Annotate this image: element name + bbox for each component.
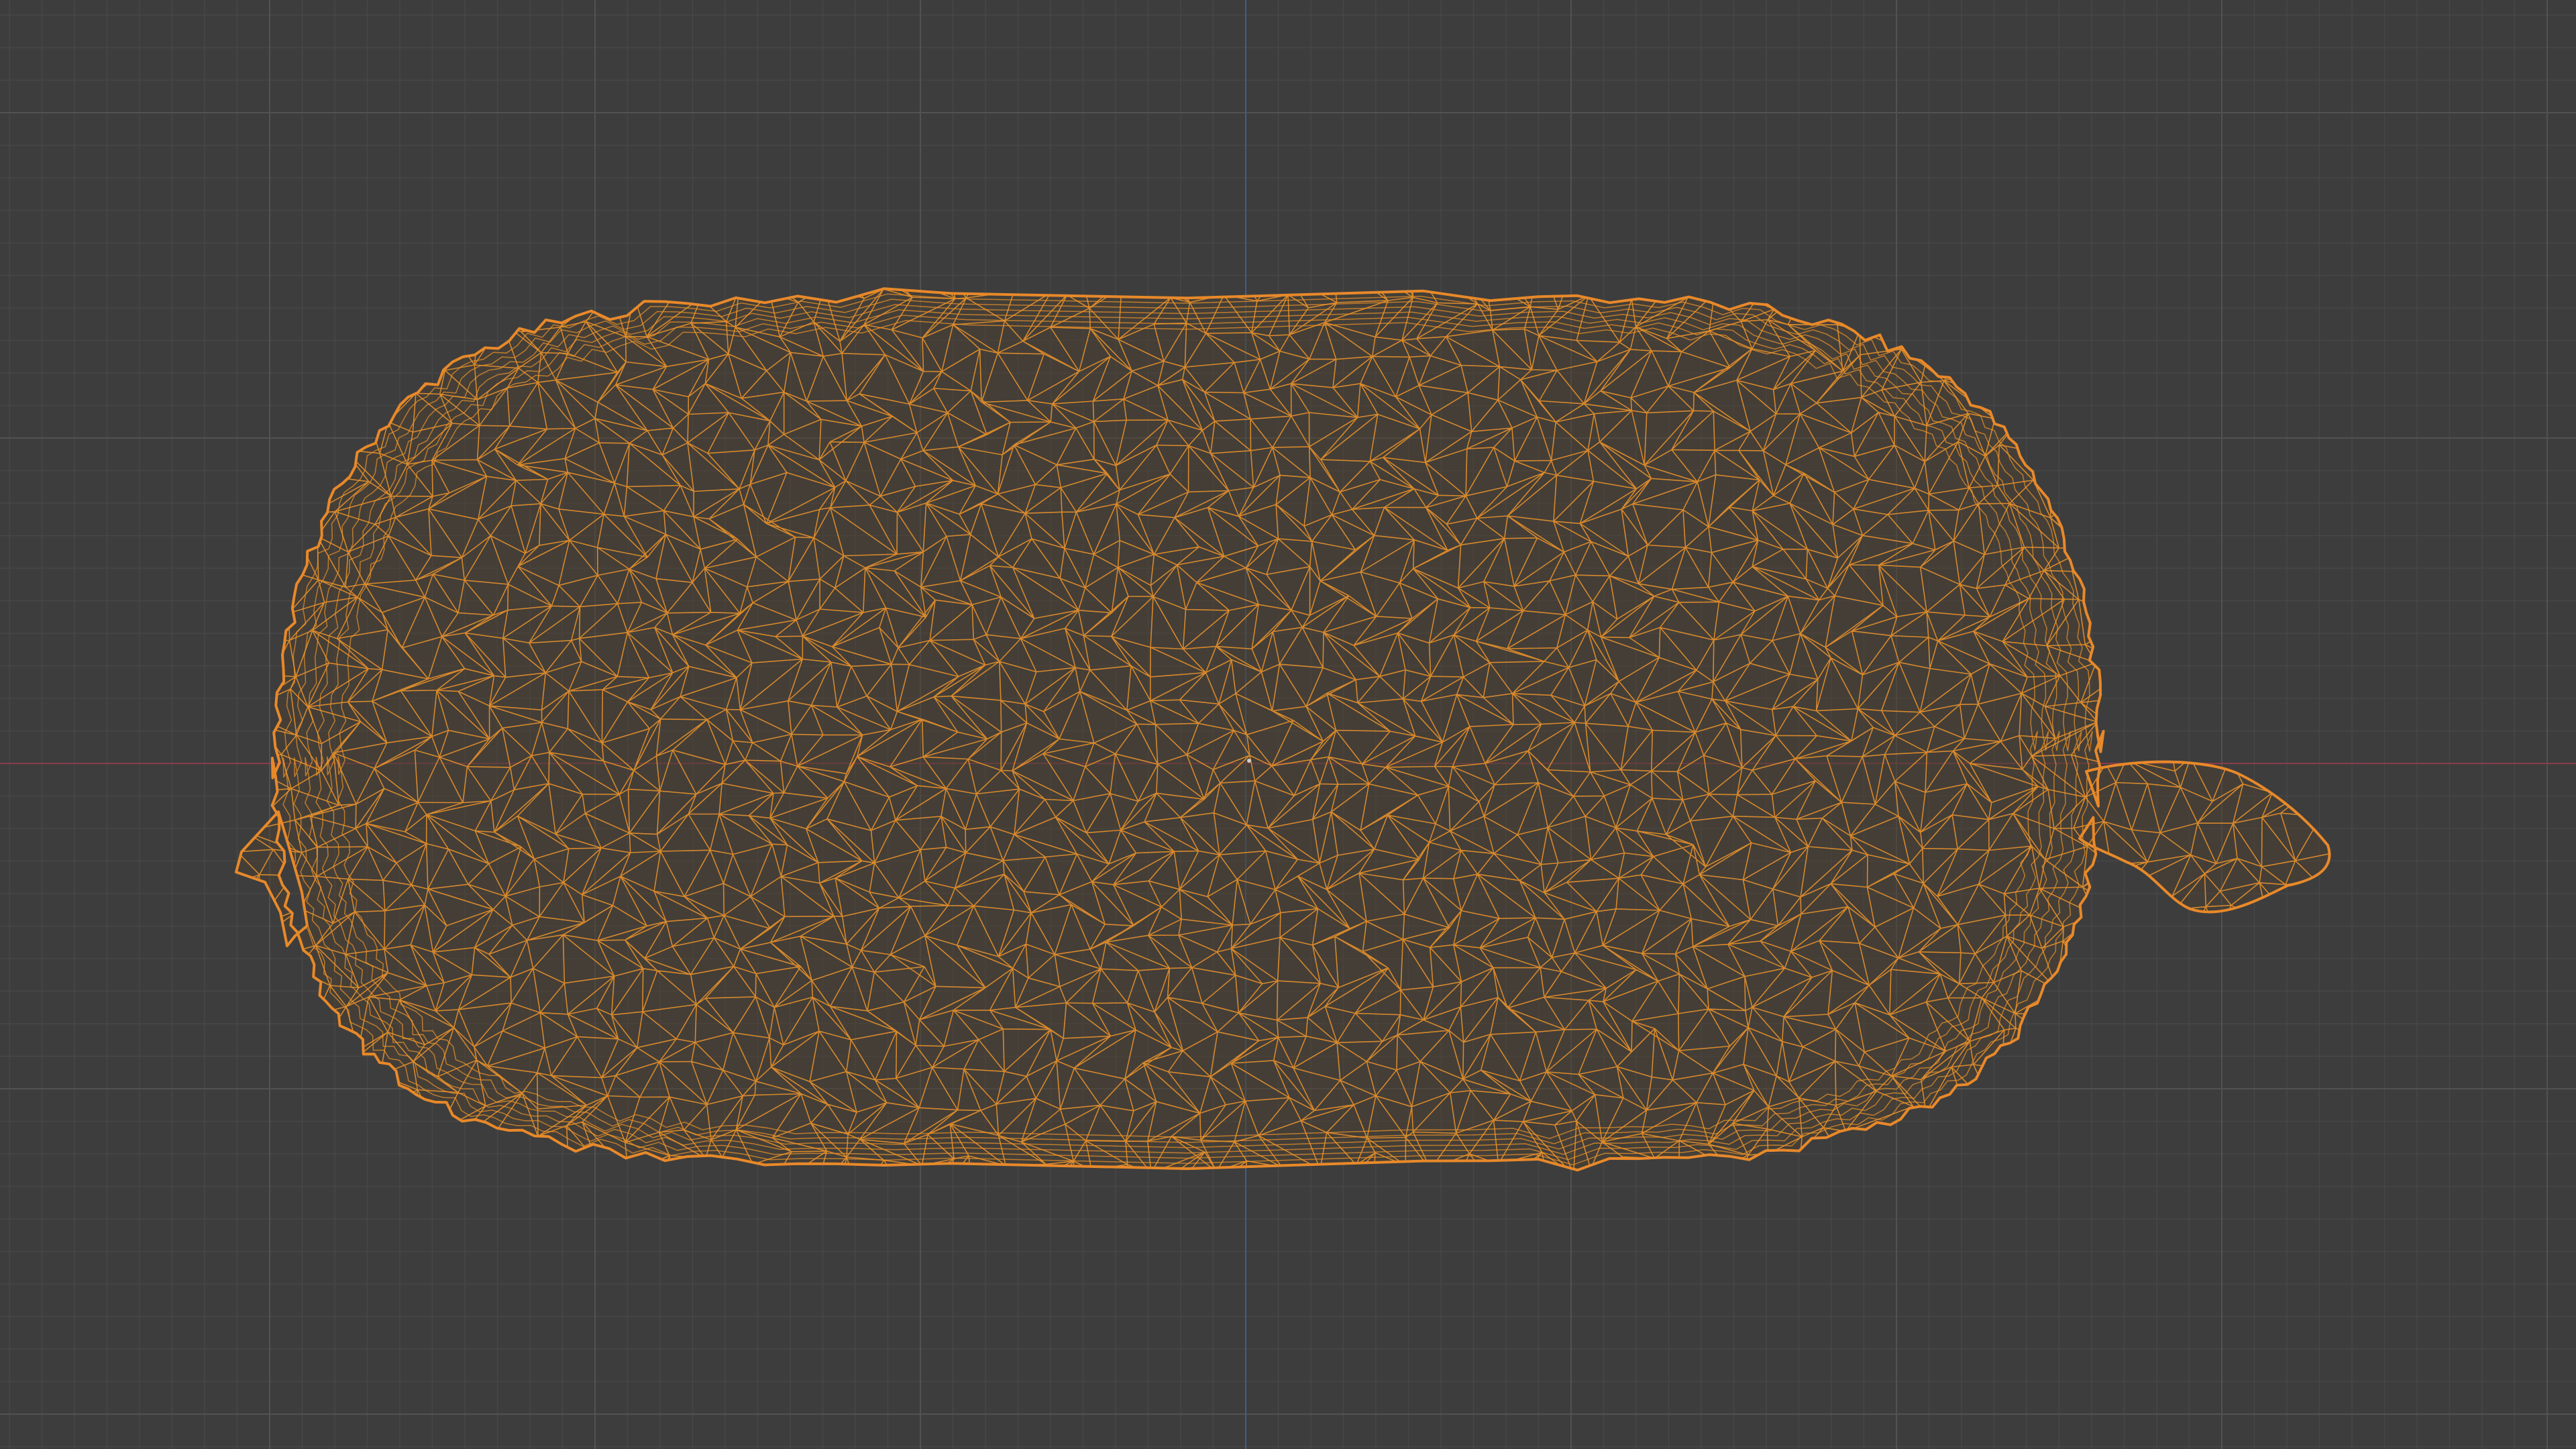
3d-viewport[interactable] bbox=[0, 0, 2576, 1449]
mesh-body-fill bbox=[236, 288, 2330, 1171]
viewport-canvas[interactable] bbox=[0, 0, 2576, 1449]
object-origin-point bbox=[1247, 759, 1251, 763]
wireframe-mesh-object[interactable] bbox=[210, 256, 2377, 1237]
